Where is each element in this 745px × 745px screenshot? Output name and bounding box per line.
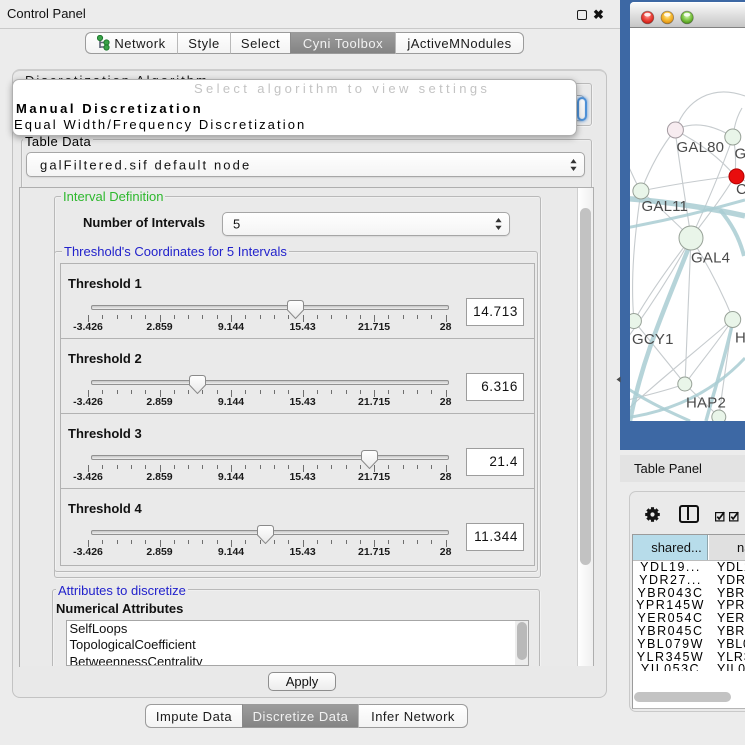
svg-text:GCY1: GCY1 [632,331,674,348]
svg-text:CY: CY [736,181,745,198]
svg-text:GAL4: GAL4 [691,250,730,267]
svg-text:GAL80: GAL80 [677,139,725,156]
svg-text:HAP2: HAP2 [686,395,726,412]
svg-text:GAL11: GAL11 [642,198,689,215]
svg-text:GA: GA [735,146,745,163]
svg-text:HA: HA [735,330,745,347]
